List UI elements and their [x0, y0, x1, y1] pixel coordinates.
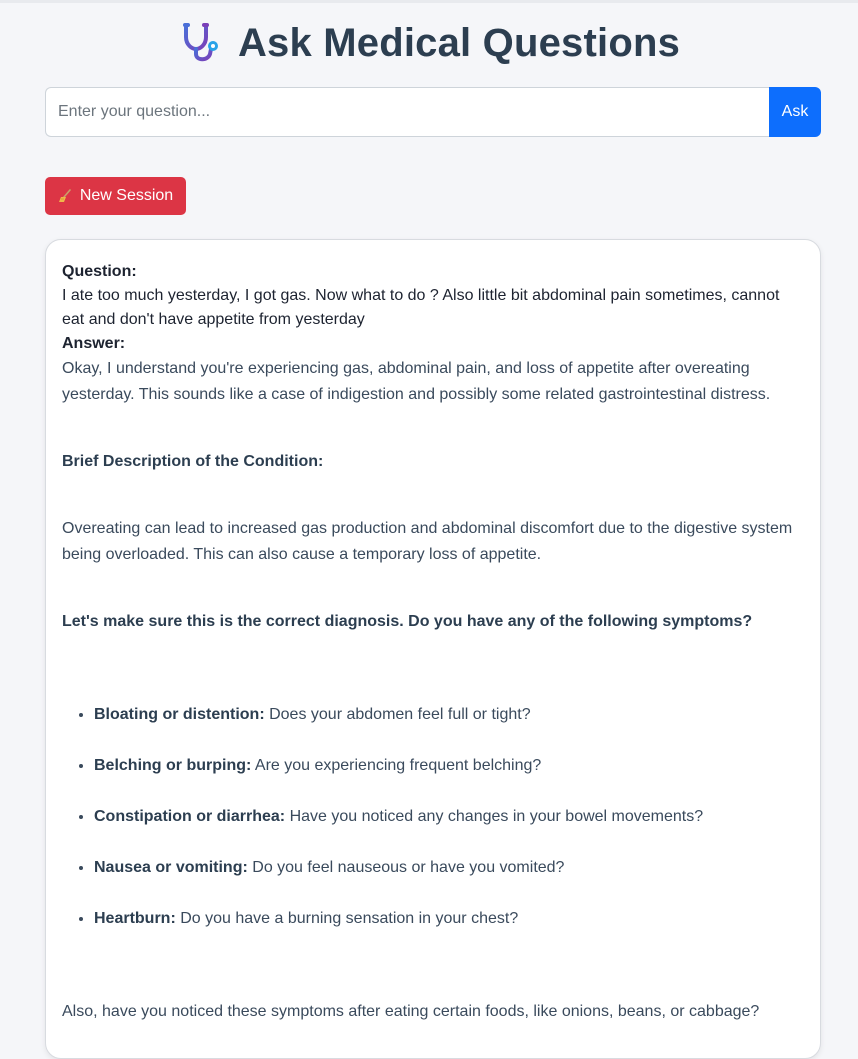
broom-icon: [58, 189, 72, 203]
top-border: [0, 0, 858, 3]
symptom-term: Heartburn:: [94, 910, 176, 927]
list-item: Bloating or distention: Does your abdome…: [94, 702, 804, 728]
diagnosis-prompt: Let's make sure this is the correct diag…: [62, 613, 753, 630]
answer-body: Okay, I understand you're experiencing g…: [62, 356, 804, 1025]
page-header: Ask Medical Questions: [0, 17, 858, 69]
list-item: Constipation or diarrhea: Have you notic…: [94, 804, 804, 830]
page-title: Ask Medical Questions: [237, 20, 681, 65]
answer-intro: Okay, I understand you're experiencing g…: [62, 360, 771, 403]
ask-button[interactable]: Ask: [769, 87, 821, 137]
list-item: Heartburn: Do you have a burning sensati…: [94, 906, 804, 932]
symptom-term: Belching or burping:: [94, 757, 252, 774]
symptom-question: Does your abdomen feel full or tight?: [264, 706, 531, 723]
symptom-term: Bloating or distention:: [94, 706, 265, 723]
symptom-question: Are you experiencing frequent belching?: [251, 757, 542, 774]
symptom-list: Bloating or distention: Does your abdome…: [62, 702, 804, 932]
new-session-label: New Session: [79, 187, 174, 204]
followup-text: Also, have you noticed these symptoms af…: [62, 1003, 760, 1020]
symptom-question: Do you have a burning sensation in your …: [175, 910, 519, 927]
symptom-term: Constipation or diarrhea:: [94, 808, 286, 825]
ask-form: Ask: [45, 87, 821, 137]
conversation-card: Question: I ate too much yesterday, I go…: [45, 239, 821, 1059]
question-text: I ate too much yesterday, I got gas. Now…: [62, 287, 780, 328]
stethoscope-icon: [178, 21, 222, 65]
symptom-question: Do you feel nauseous or have you vomited…: [247, 859, 565, 876]
description-text: Overeating can lead to increased gas pro…: [62, 520, 793, 563]
question-label: Question:: [62, 263, 137, 280]
new-session-button[interactable]: New Session: [45, 177, 186, 215]
description-heading: Brief Description of the Condition:: [62, 453, 324, 470]
list-item: Belching or burping: Are you experiencin…: [94, 753, 804, 779]
answer-label: Answer:: [62, 335, 126, 352]
symptom-term: Nausea or vomiting:: [94, 859, 248, 876]
symptom-question: Have you noticed any changes in your bow…: [285, 808, 704, 825]
question-input[interactable]: [45, 87, 769, 137]
list-item: Nausea or vomiting: Do you feel nauseous…: [94, 855, 804, 881]
